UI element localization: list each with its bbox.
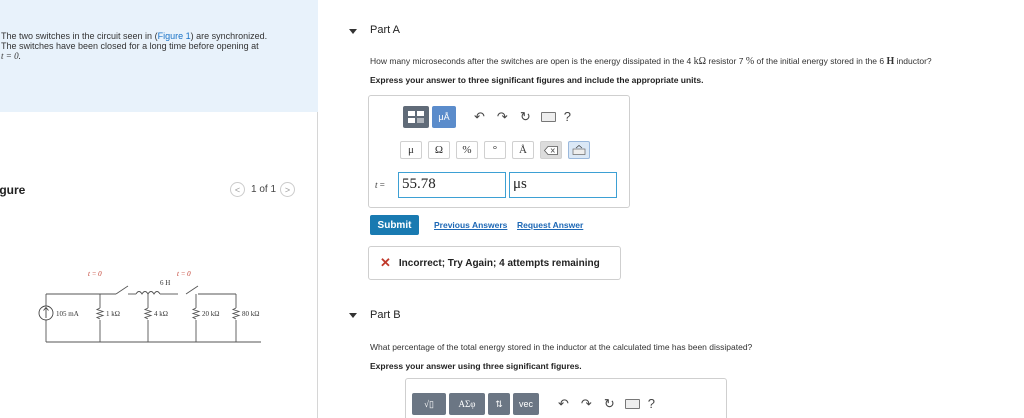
- part-b-toolbar: √▯ ΑΣφ ⇅ vec ↶ ↷ ↻ ?: [412, 393, 655, 415]
- degree-symbol-button[interactable]: °: [484, 141, 506, 159]
- figure-link[interactable]: Figure 1: [158, 31, 191, 41]
- submit-button[interactable]: Submit: [370, 215, 419, 235]
- figure-pager: < 1 of 1 >: [230, 182, 296, 197]
- prev-figure-button[interactable]: <: [230, 182, 245, 197]
- question-a: How many microseconds after the switches…: [370, 56, 692, 66]
- equals-sign: =: [379, 180, 385, 190]
- circuit-diagram: t = 0 t = 0 6 H 105 mA 1 kΩ 4 kΩ 20 kΩ 8…: [38, 270, 261, 343]
- r2-label: 4 kΩ: [154, 310, 168, 318]
- part-a-caret-icon[interactable]: [349, 29, 357, 34]
- template-button-b[interactable]: √▯: [412, 393, 446, 415]
- redo-icon-b[interactable]: ↷: [581, 397, 592, 411]
- intro-line1-end: ) are synchronized.: [190, 31, 268, 41]
- percent-symbol-button[interactable]: %: [456, 141, 478, 159]
- next-figure-button[interactable]: >: [280, 182, 296, 197]
- undo-icon[interactable]: ↶: [474, 110, 485, 124]
- help-icon-b[interactable]: ?: [648, 397, 655, 411]
- question-h: H: [886, 56, 895, 67]
- problem-intro: The two switches in the circuit seen in …: [0, 0, 318, 112]
- backspace-icon: [544, 145, 558, 155]
- keyboard-icon[interactable]: [540, 112, 556, 122]
- inductor-label: 6 H: [160, 279, 170, 287]
- question-pct: %: [745, 56, 755, 67]
- switch1-label: t = 0: [88, 270, 102, 278]
- arrows-button[interactable]: ⇅: [488, 393, 510, 415]
- symbol-toolbar: μ Ω % ° Å: [400, 137, 603, 163]
- question-res: kΩ: [693, 56, 707, 67]
- help-icon[interactable]: ?: [564, 110, 571, 124]
- part-a-instruction: Express your answer to three significant…: [370, 75, 704, 85]
- math-toolbar: μÅ ↶ ↷ ↻ ?: [403, 106, 571, 128]
- r3-label: 20 kΩ: [202, 310, 219, 318]
- feedback-text: Incorrect; Try Again; 4 attempts remaini…: [398, 257, 600, 269]
- part-a-title[interactable]: Part A: [370, 24, 400, 36]
- r4-label: 80 kΩ: [242, 310, 259, 318]
- vec-button[interactable]: vec: [513, 393, 539, 415]
- reset-icon-b[interactable]: ↻: [604, 397, 615, 411]
- template-icon: [408, 111, 424, 123]
- keyboard-up-icon: [572, 145, 586, 155]
- variable-name: t: [375, 180, 378, 190]
- source-label: 105 mA: [56, 310, 79, 318]
- part-b-instruction: Express your answer using three signific…: [370, 361, 582, 371]
- keyboard-toggle-icon[interactable]: [568, 141, 590, 159]
- delete-icon[interactable]: [540, 141, 562, 159]
- units-button[interactable]: μÅ: [432, 106, 456, 128]
- feedback-box: ✕ Incorrect; Try Again; 4 attempts remai…: [368, 246, 621, 280]
- omega-symbol-button[interactable]: Ω: [428, 141, 450, 159]
- part-b-question: What percentage of the total energy stor…: [370, 342, 753, 352]
- reset-icon[interactable]: ↻: [520, 110, 531, 124]
- intro-line1: The two switches in the circuit seen in …: [1, 31, 158, 41]
- variable-label: t =: [375, 180, 385, 190]
- previous-answers-link[interactable]: Previous Answers: [434, 220, 507, 230]
- angstrom-symbol-button[interactable]: Å: [512, 141, 534, 159]
- intro-text: The two switches in the circuit seen in …: [1, 31, 301, 61]
- part-a-question: How many microseconds after the switches…: [370, 56, 932, 67]
- left-panel: The two switches in the circuit seen in …: [0, 0, 318, 418]
- question-d: inductor?: [896, 56, 932, 66]
- figure-header: igure: [0, 183, 26, 197]
- answer-value-input[interactable]: 55.78: [398, 172, 506, 198]
- request-answer-link[interactable]: Request Answer: [517, 220, 583, 230]
- mu-symbol-button[interactable]: μ: [400, 141, 422, 159]
- answer-unit-input[interactable]: μs: [509, 172, 617, 198]
- redo-icon[interactable]: ↷: [497, 110, 508, 124]
- r1-label: 1 kΩ: [106, 310, 120, 318]
- intro-line3: t = 0.: [1, 51, 21, 61]
- pager-text: 1 of 1: [251, 184, 277, 195]
- switch2-label: t = 0: [177, 270, 191, 278]
- undo-icon-b[interactable]: ↶: [558, 397, 569, 411]
- template-button[interactable]: [403, 106, 429, 128]
- question-b: resistor 7: [708, 56, 744, 66]
- question-c: of the initial energy stored in the 6: [756, 56, 885, 66]
- keyboard-icon-b[interactable]: [624, 399, 640, 409]
- part-b-title[interactable]: Part B: [370, 309, 401, 321]
- incorrect-icon: ✕: [380, 255, 391, 270]
- intro-line2: The switches have been closed for a long…: [1, 41, 259, 51]
- part-b-caret-icon[interactable]: [349, 313, 357, 318]
- greek-button[interactable]: ΑΣφ: [449, 393, 485, 415]
